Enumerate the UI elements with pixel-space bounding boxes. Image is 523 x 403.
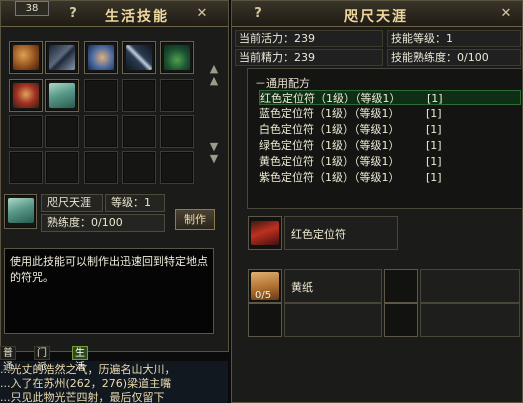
- tab-general[interactable]: 普通: [0, 346, 16, 373]
- skill-slot[interactable]: [84, 41, 118, 74]
- empty-skill-slot[interactable]: [160, 151, 194, 184]
- empty-skill-slot[interactable]: [160, 115, 194, 148]
- material-count: 0/5: [255, 290, 272, 301]
- recipe-name: 白色定位符（1级）（等级1）: [259, 123, 400, 136]
- vitality-readout: 当前活力：239: [235, 30, 383, 47]
- empty-skill-slot[interactable]: [9, 115, 43, 148]
- recipe-row[interactable]: 绿色定位符（1级）（等级1） [1]: [259, 138, 521, 153]
- proficiency-field: 熟练度：0/100: [41, 214, 165, 232]
- scroll-quill-icon: [13, 45, 39, 70]
- recipe-name: 紫色定位符（1级）（等级1）: [259, 171, 400, 184]
- recipe-list: －通用配方 红色定位符（1级）（等级1） [1] 蓝色定位符（1级）（等级1） …: [247, 68, 523, 209]
- map-scroll-icon: [8, 198, 34, 223]
- empty-skill-slot[interactable]: [9, 151, 43, 184]
- empty-material-name-box: [284, 303, 382, 337]
- herb-icon: [164, 45, 190, 70]
- close-icon[interactable]: ✕: [498, 6, 514, 22]
- panel-title: 生活技能: [105, 9, 169, 25]
- warrior-portrait-icon: [13, 83, 39, 108]
- help-icon[interactable]: ?: [65, 6, 81, 22]
- help-icon[interactable]: ?: [250, 6, 266, 22]
- skill-slot[interactable]: [9, 41, 43, 74]
- empty-skill-slot[interactable]: [122, 151, 156, 184]
- empty-skill-slot[interactable]: [122, 115, 156, 148]
- recipe-count: [1]: [426, 123, 442, 136]
- material-slot[interactable]: 0/5: [248, 269, 282, 303]
- skill-description: 使用此技能可以制作出迅速回到特定地点的符咒。: [4, 248, 214, 334]
- recipe-titlebar[interactable]: ? 咫尺天涯 ✕: [232, 1, 522, 27]
- output-item-name: 红色定位符: [291, 228, 346, 241]
- empty-skill-slot[interactable]: [84, 151, 118, 184]
- empty-skill-slot[interactable]: [84, 79, 118, 112]
- recipe-count: [1]: [426, 155, 442, 168]
- empty-skill-slot[interactable]: [45, 151, 79, 184]
- recipe-category-header[interactable]: －通用配方: [255, 75, 310, 91]
- output-item-slot[interactable]: [248, 216, 282, 250]
- material-name: 黄纸: [291, 281, 313, 294]
- hand-casting-icon: [88, 45, 114, 70]
- recipe-row[interactable]: 黄色定位符（1级）（等级1） [1]: [259, 154, 521, 169]
- energy-readout: 当前精力：239: [235, 49, 383, 66]
- recipe-count: [1]: [426, 139, 442, 152]
- recipe-row[interactable]: 白色定位符（1级）（等级1） [1]: [259, 122, 521, 137]
- blade-icon: [126, 45, 152, 70]
- empty-skill-slot[interactable]: [84, 115, 118, 148]
- empty-skill-slot[interactable]: [160, 79, 194, 112]
- selected-skill-slot[interactable]: [4, 194, 37, 229]
- panel-title: 咫尺天涯: [344, 9, 408, 25]
- life-skills-panel: ? 生活技能 ✕ 38 ▲ ▲ ▼ ▼ 咫尺天涯 等级：1 熟练度：0/100 …: [0, 0, 229, 352]
- output-item-name-box: 红色定位符: [284, 216, 398, 250]
- recipe-name: 绿色定位符（1级）（等级1）: [259, 139, 400, 152]
- scroll-down-arrow-icon[interactable]: ▼: [208, 153, 220, 164]
- scroll-up-arrow-icon[interactable]: ▲: [208, 63, 220, 74]
- make-button[interactable]: 制作: [175, 209, 215, 230]
- recipe-panel: ? 咫尺天涯 ✕ 当前活力：239 技能等级：1 当前精力：239 技能熟练度：…: [231, 0, 523, 403]
- recipe-count: [1]: [426, 171, 442, 184]
- crossed-swords-icon: [49, 45, 75, 70]
- chat-line: ...只见此物光芒四射，最后仅留下: [0, 391, 165, 403]
- skill-level-field: 等级：1: [105, 194, 165, 212]
- empty-material-name-box: [420, 269, 520, 303]
- recipe-row[interactable]: 紫色定位符（1级）（等级1） [1]: [259, 170, 521, 185]
- recipe-row[interactable]: 蓝色定位符（1级）（等级1） [1]: [259, 106, 521, 121]
- empty-material-slot[interactable]: [384, 269, 418, 303]
- skill-name-field: 咫尺天涯: [41, 194, 103, 212]
- tab-sect[interactable]: 门派: [34, 346, 50, 373]
- skill-slot[interactable]: [122, 41, 156, 74]
- red-talisman-icon: [251, 221, 279, 245]
- empty-material-name-box: [420, 303, 520, 337]
- material-name-box: 黄纸: [284, 269, 382, 303]
- empty-skill-slot[interactable]: [122, 79, 156, 112]
- recipe-name: 蓝色定位符（1级）（等级1）: [259, 107, 400, 120]
- recipe-name: 红色定位符（1级）（等级1）: [260, 92, 401, 105]
- skill-slot[interactable]: [9, 79, 43, 112]
- empty-material-slot[interactable]: [248, 303, 282, 337]
- player-level-badge: 38: [15, 1, 49, 16]
- recipe-count: [1]: [426, 107, 442, 120]
- scroll-up-arrow-icon[interactable]: ▲: [208, 75, 220, 86]
- skill-level-readout: 技能等级：1: [387, 30, 521, 47]
- map-scroll-icon: [49, 83, 75, 108]
- proficiency-readout: 技能熟练度：0/100: [387, 49, 521, 66]
- empty-skill-slot[interactable]: [45, 115, 79, 148]
- scroll-down-arrow-icon[interactable]: ▼: [208, 141, 220, 152]
- tab-life[interactable]: 生活: [72, 346, 88, 373]
- skill-slot[interactable]: [160, 41, 194, 74]
- empty-material-slot[interactable]: [384, 303, 418, 337]
- recipe-count: [1]: [427, 92, 443, 105]
- close-icon[interactable]: ✕: [194, 6, 210, 22]
- recipe-name: 黄色定位符（1级）（等级1）: [259, 155, 400, 168]
- chat-window[interactable]: ...光丈的浩然之气，历遍名山大川， ...入了在苏州(262，276)梁道主嘴…: [0, 361, 228, 403]
- skill-slot[interactable]: [45, 79, 79, 112]
- recipe-row[interactable]: 红色定位符（1级）（等级1） [1]: [259, 90, 521, 105]
- skill-slot[interactable]: [45, 41, 79, 74]
